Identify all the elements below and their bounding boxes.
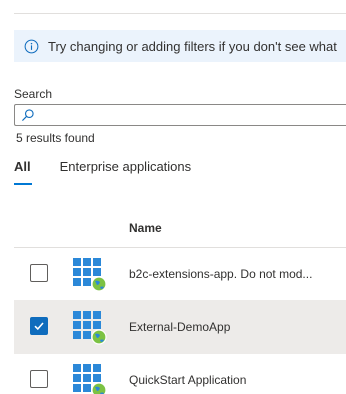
table-row[interactable]: External-DemoApp [14,301,346,354]
app-grid-globe-icon [73,258,107,292]
app-grid-globe-icon [73,311,107,345]
app-grid-globe-icon [73,364,107,394]
applications-table: Name b2c-extensions-app. Do not mod... E… [14,210,346,394]
tab-enterprise-applications-label: Enterprise applications [59,159,192,174]
info-message-bar: Try changing or adding filters if you do… [14,30,346,62]
table-header: Name [14,210,346,248]
row-checkbox[interactable] [30,370,48,388]
row-checkbox[interactable] [30,317,48,335]
app-picker-panel: Try changing or adding filters if you do… [0,0,346,394]
tab-all[interactable]: All [14,157,32,185]
results-count: 5 results found [16,131,95,145]
tab-enterprise-applications[interactable]: Enterprise applications [60,157,192,185]
column-header-name[interactable]: Name [129,221,162,235]
info-icon [24,39,39,53]
tab-bar: All Enterprise applications [14,157,220,185]
table-row[interactable]: QuickStart Application [14,354,346,394]
search-input[interactable] [35,106,346,124]
search-box[interactable] [14,104,346,126]
info-message-text: Try changing or adding filters if you do… [48,38,337,54]
top-divider [14,13,346,14]
search-icon [22,109,34,121]
app-name: b2c-extensions-app. Do not mod... [129,267,313,281]
table-row[interactable]: b2c-extensions-app. Do not mod... [14,248,346,301]
search-label: Search [14,87,53,101]
tab-all-label: All [14,159,31,174]
checkmark-icon [34,322,44,331]
row-checkbox[interactable] [30,264,48,282]
app-name: External-DemoApp [129,320,231,334]
app-name: QuickStart Application [129,373,247,387]
